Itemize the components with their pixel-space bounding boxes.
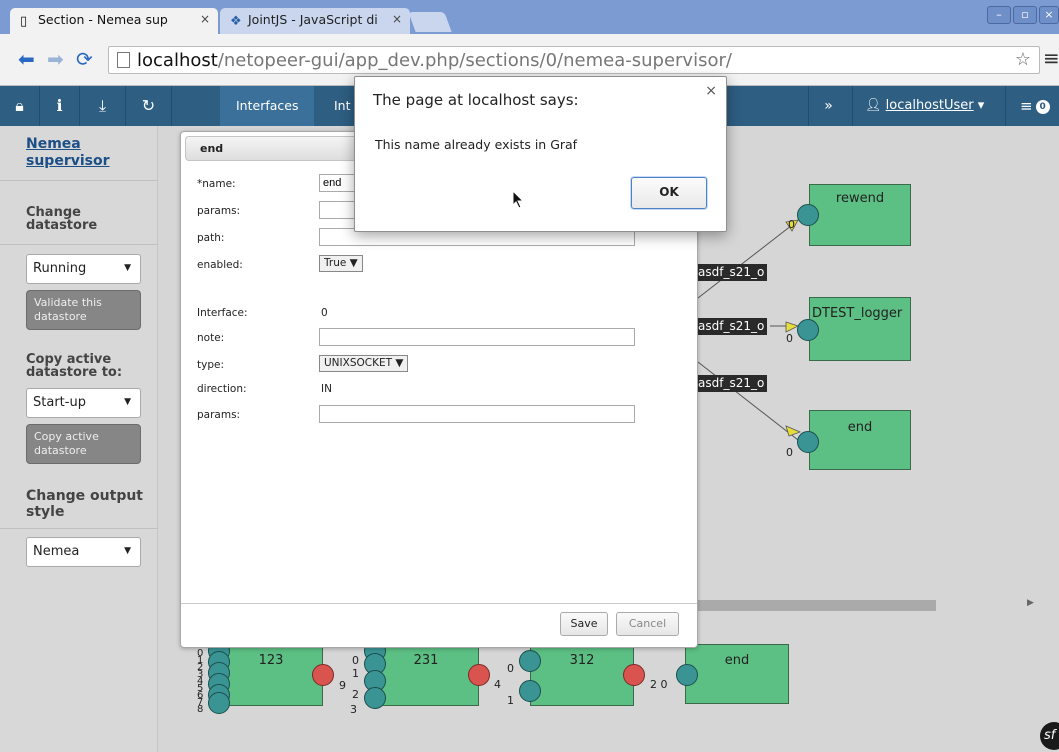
input-port[interactable] — [797, 319, 819, 341]
params2-label: params: — [197, 409, 241, 421]
port-label: 0 — [507, 662, 514, 675]
graph-node[interactable]: end — [685, 644, 789, 704]
link-label: asdf_s21_o — [695, 318, 768, 335]
path-label: path: — [197, 232, 225, 244]
direction-label: direction: — [197, 383, 247, 395]
scroll-right-icon[interactable]: ▶ — [1027, 598, 1034, 608]
output-port[interactable] — [623, 664, 645, 686]
port-label-stack: 0 1 2 3 4 5 6 7 8 — [197, 648, 204, 715]
port-label: 1 — [507, 694, 514, 707]
graph-node[interactable]: 312 — [530, 644, 634, 706]
link-label: asdf_s21_o — [695, 264, 768, 281]
params2-input[interactable] — [319, 405, 635, 423]
input-port[interactable] — [519, 680, 541, 702]
note-input[interactable] — [319, 328, 635, 346]
port-label: 1 — [352, 667, 359, 680]
interface-value: 0 — [321, 307, 328, 319]
name-label: *name: — [197, 178, 236, 190]
note-label: note: — [197, 332, 225, 344]
output-port[interactable] — [468, 664, 490, 686]
input-port[interactable] — [208, 692, 230, 714]
alert-title: The page at localhost says: — [373, 91, 579, 109]
direction-value: IN — [321, 383, 332, 395]
port-label: 0 — [788, 218, 795, 231]
input-port[interactable] — [797, 204, 819, 226]
port-label: 2 0 — [650, 678, 668, 691]
divider — [181, 603, 697, 604]
mouse-cursor-icon — [512, 190, 525, 209]
input-port[interactable] — [364, 687, 386, 709]
input-port[interactable] — [519, 650, 541, 672]
params-label: params: — [197, 205, 241, 217]
enabled-label: enabled: — [197, 259, 243, 271]
ok-button[interactable]: OK — [631, 177, 707, 209]
graph-node[interactable]: end — [809, 410, 911, 470]
graph-node[interactable]: DTEST_logger — [809, 297, 911, 361]
port-label: 4 — [494, 678, 501, 691]
port-label: 0 — [786, 446, 793, 459]
graph-link — [697, 361, 799, 441]
port-label: 3 — [350, 703, 357, 716]
port-label: 0 — [352, 654, 359, 667]
graph-node[interactable]: rewend — [809, 184, 911, 246]
cancel-button[interactable]: Cancel — [616, 612, 679, 636]
graph-node[interactable]: 231 — [373, 644, 479, 706]
output-port[interactable] — [312, 664, 334, 686]
enabled-select[interactable]: True ▼ — [319, 255, 363, 272]
alert-message: This name already exists in Graf — [375, 137, 578, 152]
port-label: 2 — [352, 688, 359, 701]
graph-link — [697, 221, 797, 299]
type-label: type: — [197, 359, 224, 371]
type-select[interactable]: UNIXSOCKET ▼ — [319, 355, 409, 372]
horizontal-scrollbar[interactable] — [698, 600, 936, 611]
interface-label: Interface: — [197, 307, 248, 319]
graph-node[interactable]: 123 — [219, 644, 323, 706]
link-label: asdf_s21_o — [695, 375, 768, 392]
input-port[interactable] — [797, 431, 819, 453]
input-port[interactable] — [676, 664, 698, 686]
arrow-head — [785, 425, 802, 437]
alert-dialog: The page at localhost says: × This name … — [354, 76, 727, 232]
close-icon[interactable]: × — [705, 83, 717, 99]
port-label: 0 — [786, 332, 793, 345]
save-button[interactable]: Save — [560, 612, 608, 636]
port-label: 9 — [339, 679, 346, 692]
